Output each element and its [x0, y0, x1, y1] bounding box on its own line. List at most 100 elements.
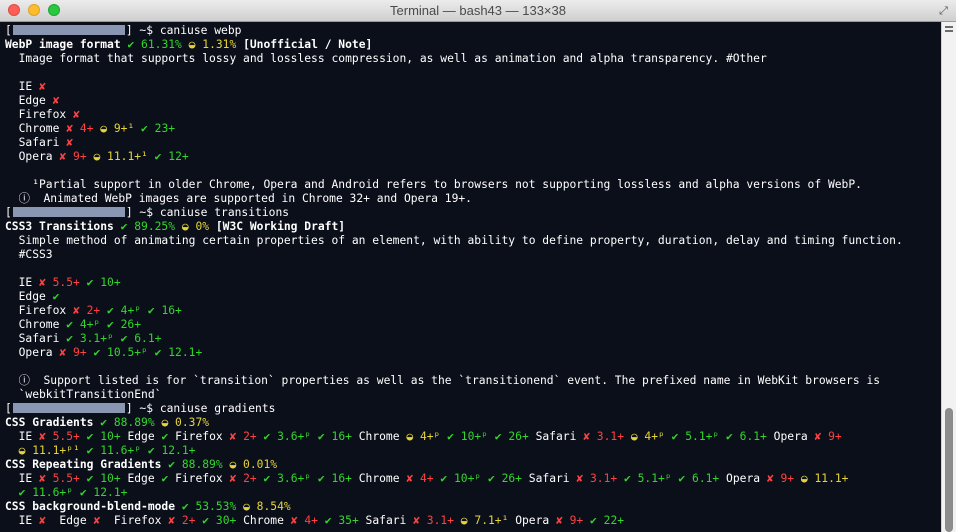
terminal-text: [ — [5, 24, 12, 37]
redacted-username — [12, 207, 125, 217]
terminal-text: ✘ — [39, 80, 46, 93]
terminal-text: ◒ 11.1+¹ — [86, 150, 148, 163]
terminal-line: ¹Partial support in older Chrome, Opera … — [5, 178, 862, 192]
terminal-text: ✔ 10+ᵖ ✔ 26+ — [433, 472, 522, 485]
terminal-line: Edge ✘ — [5, 94, 60, 108]
terminal-text: ✘ — [66, 136, 74, 149]
terminal-text: Image format that supports lossy and los… — [5, 52, 767, 65]
terminal-line: [ ] ~$ caniuse gradients — [5, 402, 275, 416]
terminal-text: ✔ 4+ᵖ ✔ 26+ — [66, 318, 142, 331]
terminal-text: IE — [5, 430, 40, 443]
terminal-text: ✘ 9+ — [59, 346, 87, 359]
terminal-text: Chrome — [236, 514, 291, 527]
terminal-text: [ — [5, 402, 12, 415]
terminal-output[interactable]: [ ] ~$ caniuse webp WebP image format ✔ 61… — [0, 22, 941, 532]
terminal-text: ✔ 10+ — [79, 276, 121, 289]
title-bar[interactable]: Terminal — bash43 — 133×38 ⤢ — [0, 0, 956, 22]
terminal-text: Edge — [120, 430, 162, 443]
terminal-line: Simple method of animating certain prope… — [5, 234, 903, 248]
terminal-text: ◒ 0% — [175, 220, 210, 233]
terminal-text: ✔ 10.5+ᵖ ✔ 12.1+ — [86, 346, 203, 359]
terminal-text: ✔ 53.53% — [181, 500, 237, 513]
terminal-text: Chrome — [5, 318, 67, 331]
terminal-text: ⓘ Support listed is for `transition` pro… — [5, 374, 881, 387]
terminal-text: ◒ 4+ᵖ — [624, 430, 665, 443]
terminal-line: CSS Gradients ✔ 88.89% ◒ 0.37% — [5, 416, 209, 430]
terminal-text: Edge — [120, 472, 162, 485]
terminal-text: Safari — [358, 514, 414, 527]
terminal-line: Opera ✘ 9+ ✔ 10.5+ᵖ ✔ 12.1+ — [5, 346, 203, 360]
terminal-text: ✔ 61.31% — [127, 38, 182, 51]
terminal-text: Chrome — [351, 472, 407, 485]
terminal-text: ◒ 7.1+¹ — [453, 514, 509, 527]
terminal-text: ✘ — [52, 94, 60, 107]
terminal-line: CSS Repeating Gradients ✔ 88.89% ◒ 0.01% — [5, 458, 277, 472]
terminal-text: ✔ 11.6+ᵖ ✔ 12.1+ — [5, 486, 128, 499]
terminal-text: ] ~$ caniuse transitions — [125, 206, 290, 219]
terminal-text: ✔ 5.1+ᵖ ✔ 6.1+ — [664, 430, 767, 443]
terminal-text: Firefox — [168, 472, 230, 485]
terminal-text: Edge — [5, 290, 53, 303]
terminal-text: Simple method of animating certain prope… — [5, 234, 903, 247]
terminal-text: ✔ 3.1+ᵖ ✔ 6.1+ — [66, 332, 162, 345]
terminal-text: Firefox — [5, 304, 74, 317]
terminal-text: WebP image format — [5, 38, 128, 51]
terminal-text: ✘ 9+ — [766, 472, 795, 485]
terminal-text: Opera — [5, 346, 60, 359]
terminal-line: `webkitTransitionEnd` — [5, 388, 162, 402]
terminal-line: IE ✘ 5.5+ ✔ 10+ Edge ✔ Firefox ✘ 2+ ✔ 3.… — [5, 430, 842, 444]
terminal-text: ✘ 9+ — [59, 150, 87, 163]
terminal-text: ◒ 11.1+ — [794, 472, 849, 485]
terminal-text: ◒ 1.31% — [181, 38, 237, 51]
redacted-username — [12, 403, 125, 413]
terminal-line: CSS3 Transitions ✔ 89.25% ◒ 0% [W3C Work… — [5, 220, 345, 234]
scrollbar[interactable] — [941, 22, 956, 532]
terminal-window: Terminal — bash43 — 133×38 ⤢ [ ] ~$ caniu… — [0, 0, 956, 532]
terminal-line: Chrome ✘ 4+ ◒ 9+¹ ✔ 23+ — [5, 122, 175, 136]
terminal-text: Safari — [5, 332, 67, 345]
terminal-text: Opera — [719, 472, 767, 485]
terminal-text: ✘ 4+ — [290, 514, 318, 527]
terminal-line: Opera ✘ 9+ ◒ 11.1+¹ ✔ 12+ — [5, 150, 189, 164]
terminal-text: ✔ 35+ — [317, 514, 359, 527]
fullscreen-icon[interactable]: ⤢ — [937, 4, 950, 17]
terminal-line: [ ] ~$ caniuse transitions — [5, 206, 289, 220]
terminal-text: ◒ 9+¹ — [93, 122, 135, 135]
terminal-text: ✔ 11.6+ᵖ ✔ 12.1+ — [79, 444, 196, 457]
terminal-text: ✘ 4+ — [406, 472, 434, 485]
terminal-line: ✔ 11.6+ᵖ ✔ 12.1+ — [5, 486, 128, 500]
terminal-text: ✔ 3.6+ᵖ ✔ 16+ — [256, 430, 352, 443]
terminal-text: CSS Repeating Gradients — [5, 458, 169, 471]
terminal-text: ✔ 3.6+ᵖ ✔ 16+ — [256, 472, 352, 485]
terminal-text: ✔ 88.89% — [100, 416, 155, 429]
terminal-text: IE — [5, 514, 40, 527]
terminal-text: CSS Gradients — [5, 416, 101, 429]
terminal-text: Safari — [528, 430, 584, 443]
terminal-line: #CSS3 — [5, 248, 53, 262]
terminal-text: ✔ 30+ — [195, 514, 237, 527]
terminal-text: ✔ 88.89% — [168, 458, 223, 471]
terminal-text: Opera — [5, 150, 60, 163]
terminal-text: Edge — [45, 514, 94, 527]
terminal-text: ✘ 2+ — [168, 514, 196, 527]
terminal-text: ✘ 5.5+ — [39, 430, 80, 443]
terminal-text: ✔ 10+ — [79, 472, 121, 485]
terminal-line: IE ✘ — [5, 80, 46, 94]
terminal-text: ✔ 10+ᵖ ✔ 26+ — [440, 430, 529, 443]
terminal-line: WebP image format ✔ 61.31% ◒ 1.31% [Unof… — [5, 38, 372, 52]
terminal-text: ✘ 5.5+ — [39, 472, 80, 485]
terminal-line: IE ✘ 5.5+ ✔ 10+ — [5, 276, 121, 290]
terminal-text: ¹Partial support in older Chrome, Opera … — [5, 178, 862, 191]
terminal-text: Safari — [521, 472, 577, 485]
terminal-text: ✘ 2+ — [73, 304, 101, 317]
terminal-line: Image format that supports lossy and los… — [5, 52, 767, 66]
terminal-text: ] ~$ caniuse webp — [125, 24, 242, 37]
scrollbar-thumb[interactable] — [945, 408, 953, 532]
terminal-text: ✘ 4+ — [66, 122, 94, 135]
redacted-username — [12, 25, 125, 35]
terminal-text: Firefox — [100, 514, 169, 527]
terminal-text: ✔ 10+ — [79, 430, 121, 443]
terminal-text: ◒ 0.01% — [222, 458, 278, 471]
terminal-text: [ — [5, 206, 12, 219]
terminal-text: ] ~$ caniuse gradients — [125, 402, 276, 415]
